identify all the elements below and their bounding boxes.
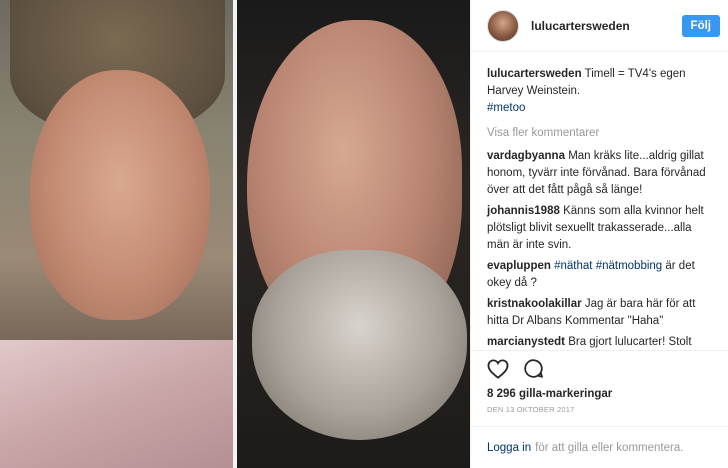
comment-hashtag[interactable]: #nätmobbing: [596, 260, 663, 272]
follow-button[interactable]: Följ: [681, 14, 720, 37]
heart-icon[interactable]: [487, 358, 509, 379]
comment-item: kristnakoolakillar Jag är bara här för a…: [487, 296, 716, 330]
comment-author[interactable]: kristnakoolakillar: [487, 298, 582, 310]
post-header: lulucartersweden Följ: [471, 0, 728, 52]
login-link[interactable]: Logga in: [487, 442, 531, 454]
post-side-panel: lulucartersweden Följ lulucartersweden T…: [470, 0, 728, 468]
avatar[interactable]: [487, 9, 519, 42]
login-prompt: Logga in för att gilla eller kommentera.: [471, 426, 728, 468]
instagram-post: lulucartersweden Följ lulucartersweden T…: [0, 0, 728, 468]
comment-icon[interactable]: [523, 358, 544, 379]
view-more-comments-link[interactable]: Visa fler kommentarer: [487, 125, 716, 142]
comment-item: evapluppen #näthat #nätmobbing är det ok…: [487, 258, 716, 292]
comment-author[interactable]: johannis1988: [487, 205, 560, 217]
comment-author[interactable]: vardagbyanna: [487, 150, 565, 162]
comments-list: lulucartersweden Timell = TV4's egen Har…: [471, 52, 728, 350]
caption-hashtag[interactable]: #metoo: [487, 102, 525, 114]
left-portrait-photo: [0, 0, 233, 468]
comment-item: marcianystedt Bra gjort lulucarter! Stol…: [487, 334, 716, 350]
right-portrait-photo: [233, 0, 470, 468]
likes-count[interactable]: 8 296 gilla-markeringar: [471, 386, 728, 402]
action-bar: [471, 350, 728, 386]
post-image[interactable]: [0, 0, 470, 468]
comment-author[interactable]: marcianystedt: [487, 336, 565, 348]
comment-item: johannis1988 Känns som alla kvinnor helt…: [487, 203, 716, 254]
post-date: DEN 13 OKTOBER 2017: [487, 405, 575, 414]
header-username[interactable]: lulucartersweden: [531, 19, 682, 33]
comment-hashtag[interactable]: #näthat: [554, 260, 592, 272]
caption: lulucartersweden Timell = TV4's egen Har…: [487, 66, 716, 117]
comment-author[interactable]: evapluppen: [487, 260, 551, 272]
comment-item: vardagbyanna Man kräks lite...aldrig gil…: [487, 148, 716, 199]
caption-author[interactable]: lulucartersweden: [487, 68, 582, 80]
login-prompt-text: för att gilla eller kommentera.: [535, 441, 684, 454]
